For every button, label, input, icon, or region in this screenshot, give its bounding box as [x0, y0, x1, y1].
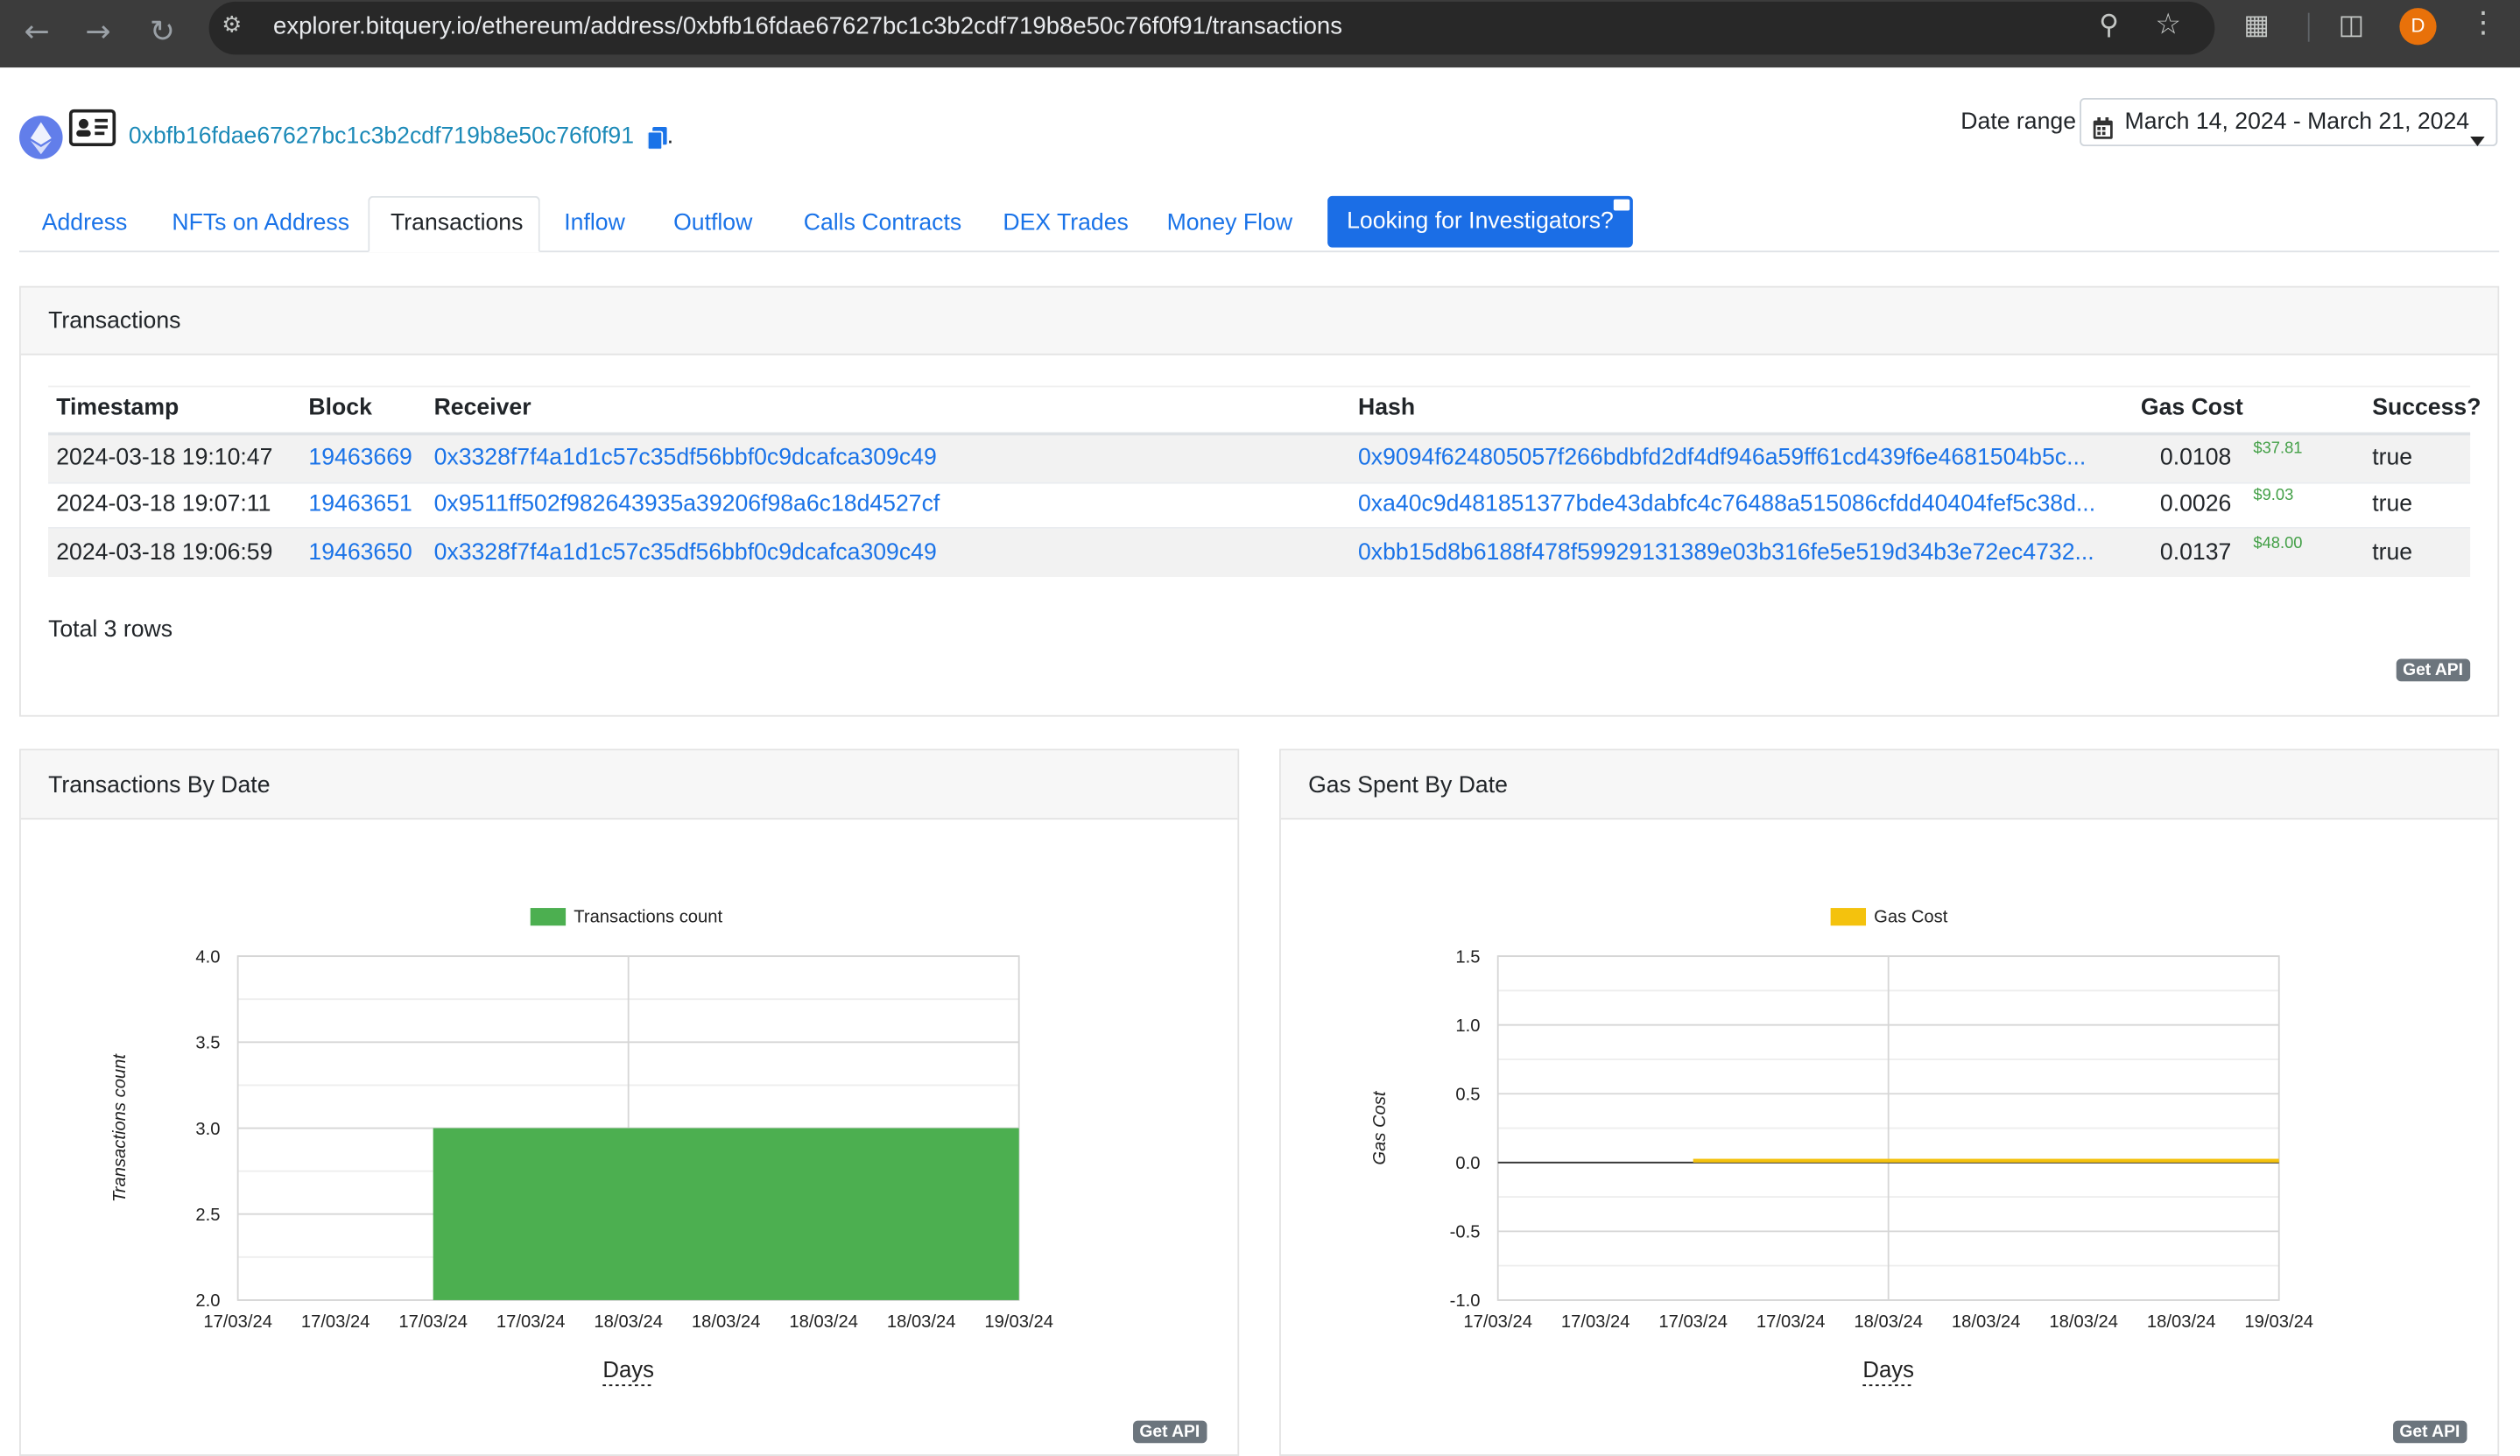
y-tick-label: 3.5: [195, 1034, 220, 1053]
y-tick-label: -1.0: [1450, 1291, 1481, 1311]
y-tick-label: -0.5: [1450, 1223, 1481, 1242]
x-axis-title: Days: [1862, 1358, 1914, 1382]
x-tick-label: 17/03/24: [203, 1312, 272, 1332]
legend-label: Transactions count: [574, 908, 722, 927]
x-axis-title: Days: [602, 1358, 654, 1382]
legend-swatch: [1830, 908, 1867, 926]
legend-label: Gas Cost: [1874, 908, 1948, 927]
x-tick-label: 18/03/24: [1952, 1312, 2021, 1332]
x-tick-label: 18/03/24: [2147, 1312, 2216, 1332]
y-tick-label: 4.0: [195, 947, 220, 967]
y-axis-title: Gas Cost: [1370, 1090, 1390, 1165]
bar-18/03/24: [433, 1128, 1019, 1300]
x-tick-label: 18/03/24: [789, 1312, 858, 1332]
x-tick-label: 17/03/24: [301, 1312, 370, 1332]
x-tick-label: 18/03/24: [887, 1312, 956, 1332]
x-tick-label: 18/03/24: [594, 1312, 663, 1332]
x-tick-label: 17/03/24: [1756, 1312, 1826, 1332]
x-tick-label: 17/03/24: [1463, 1312, 1532, 1332]
y-tick-label: 0.0: [1455, 1154, 1480, 1173]
y-tick-label: 2.5: [195, 1206, 220, 1225]
x-tick-label: 18/03/24: [2049, 1312, 2118, 1332]
x-tick-label: 17/03/24: [398, 1312, 468, 1332]
x-tick-label: 17/03/24: [1658, 1312, 1728, 1332]
x-tick-label: 17/03/24: [1561, 1312, 1630, 1332]
x-tick-label: 19/03/24: [984, 1312, 1053, 1332]
x-tick-label: 19/03/24: [2244, 1312, 2313, 1332]
y-tick-label: 3.0: [195, 1120, 220, 1139]
y-axis-title: Transactions count: [110, 1053, 130, 1202]
x-tick-label: 17/03/24: [496, 1312, 566, 1332]
y-tick-label: 2.0: [195, 1291, 220, 1311]
y-tick-label: 1.5: [1455, 947, 1480, 967]
legend-swatch: [530, 908, 567, 926]
y-tick-label: 0.5: [1455, 1086, 1480, 1105]
x-tick-label: 18/03/24: [692, 1312, 761, 1332]
area-18/03/24: [1693, 1158, 2279, 1163]
charts-layer: 4.03.53.02.52.017/03/24 17/03/24 17/03/24 1…: [110, 908, 2313, 1387]
x-tick-label: 18/03/24: [1854, 1312, 1923, 1332]
y-tick-label: 1.0: [1455, 1016, 1480, 1036]
